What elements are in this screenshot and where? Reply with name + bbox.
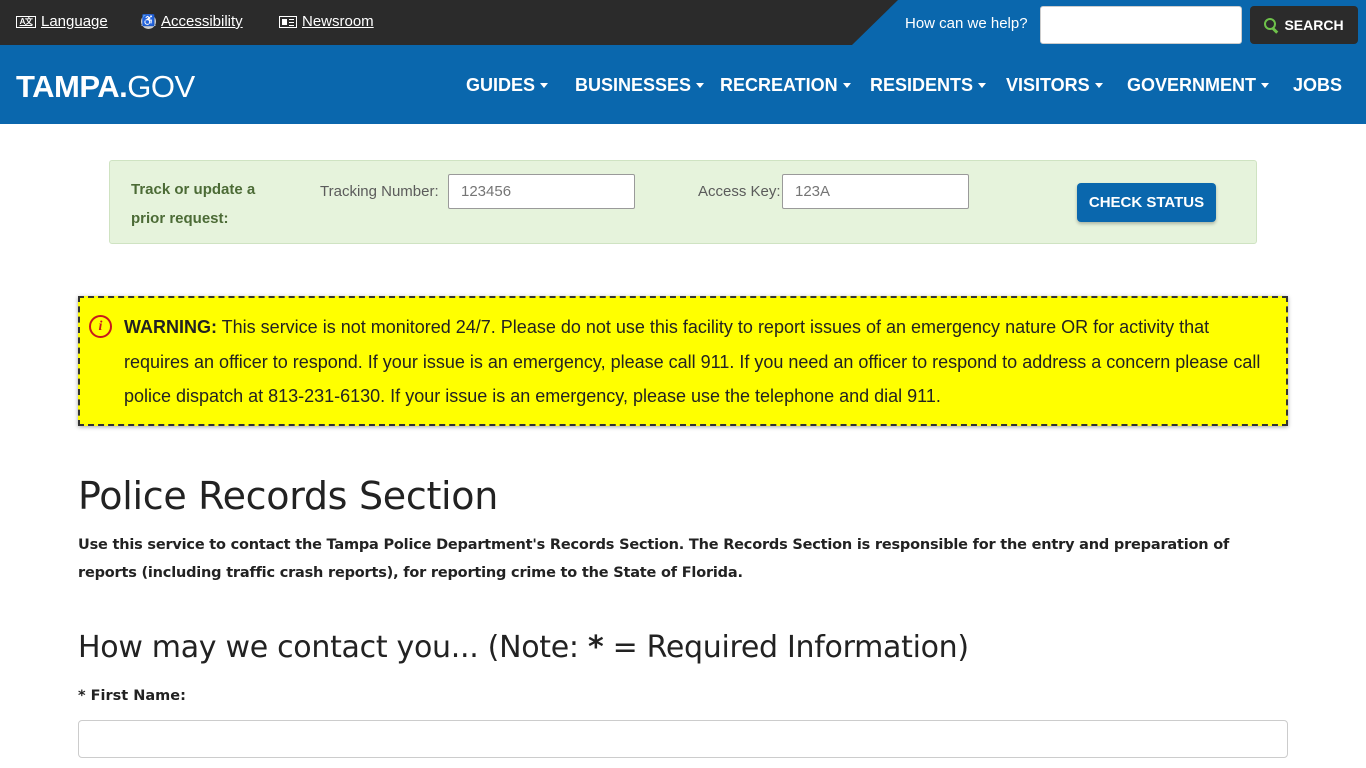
nav-visitors[interactable]: VISITORS: [1006, 75, 1103, 96]
page-title: Police Records Section: [78, 474, 499, 518]
tracking-number-input[interactable]: [448, 174, 635, 209]
nav-government[interactable]: GOVERNMENT: [1127, 75, 1270, 96]
first-name-label: * First Name:: [78, 688, 186, 704]
newsroom-link[interactable]: Newsroom: [279, 13, 374, 30]
caret-down-icon: [540, 83, 549, 88]
main-nav: TAMPA.GOV GUIDES BUSINESSES RECREATION R…: [0, 45, 1366, 124]
check-status-button[interactable]: CHECK STATUS: [1077, 183, 1216, 222]
first-name-input[interactable]: [78, 720, 1288, 758]
warning-box: i WARNING: This service is not monitored…: [78, 296, 1288, 426]
track-panel-title: Track or update a prior request:: [131, 181, 256, 227]
warning-label: WARNING:: [124, 317, 217, 337]
search-button[interactable]: SEARCH: [1250, 6, 1358, 44]
accessibility-link[interactable]: ♿ Accessibility: [141, 13, 243, 30]
accessibility-label: Accessibility: [161, 13, 243, 30]
access-key-input[interactable]: [782, 174, 969, 209]
caret-down-icon: [696, 83, 705, 88]
caret-down-icon: [1094, 83, 1103, 88]
intro-text: Use this service to contact the Tampa Po…: [78, 537, 1230, 581]
info-icon: i: [89, 315, 112, 338]
accessibility-icon: ♿: [141, 14, 156, 29]
caret-down-icon: [978, 83, 987, 88]
tracking-number-label: Tracking Number:: [320, 183, 439, 200]
track-request-panel: Track or update a prior request: Trackin…: [109, 160, 1257, 244]
nav-residents[interactable]: RESIDENTS: [870, 75, 987, 96]
nav-guides[interactable]: GUIDES: [466, 75, 549, 96]
nav-jobs[interactable]: JOBS: [1293, 75, 1342, 96]
search-icon: [1264, 18, 1278, 32]
language-link[interactable]: A文 Language: [16, 13, 108, 30]
access-key-label: Access Key:: [698, 183, 781, 200]
warning-message: WARNING: This service is not monitored 2…: [124, 310, 1264, 414]
warning-text: This service is not monitored 24/7. Plea…: [124, 317, 1261, 406]
language-label: Language: [41, 13, 108, 30]
site-search-input[interactable]: [1040, 6, 1242, 44]
caret-down-icon: [842, 83, 851, 88]
tampa-gov-logo[interactable]: TAMPA.GOV: [16, 69, 195, 105]
caret-down-icon: [1261, 83, 1270, 88]
language-icon: A文: [16, 15, 36, 28]
search-help-label: How can we help?: [905, 15, 1028, 32]
newspaper-icon: [279, 15, 297, 28]
search-button-label: SEARCH: [1284, 17, 1344, 33]
nav-recreation[interactable]: RECREATION: [720, 75, 851, 96]
contact-section-heading: How may we contact you... (Note: * = Req…: [78, 630, 969, 665]
nav-businesses[interactable]: BUSINESSES: [575, 75, 705, 96]
newsroom-label: Newsroom: [302, 13, 374, 30]
